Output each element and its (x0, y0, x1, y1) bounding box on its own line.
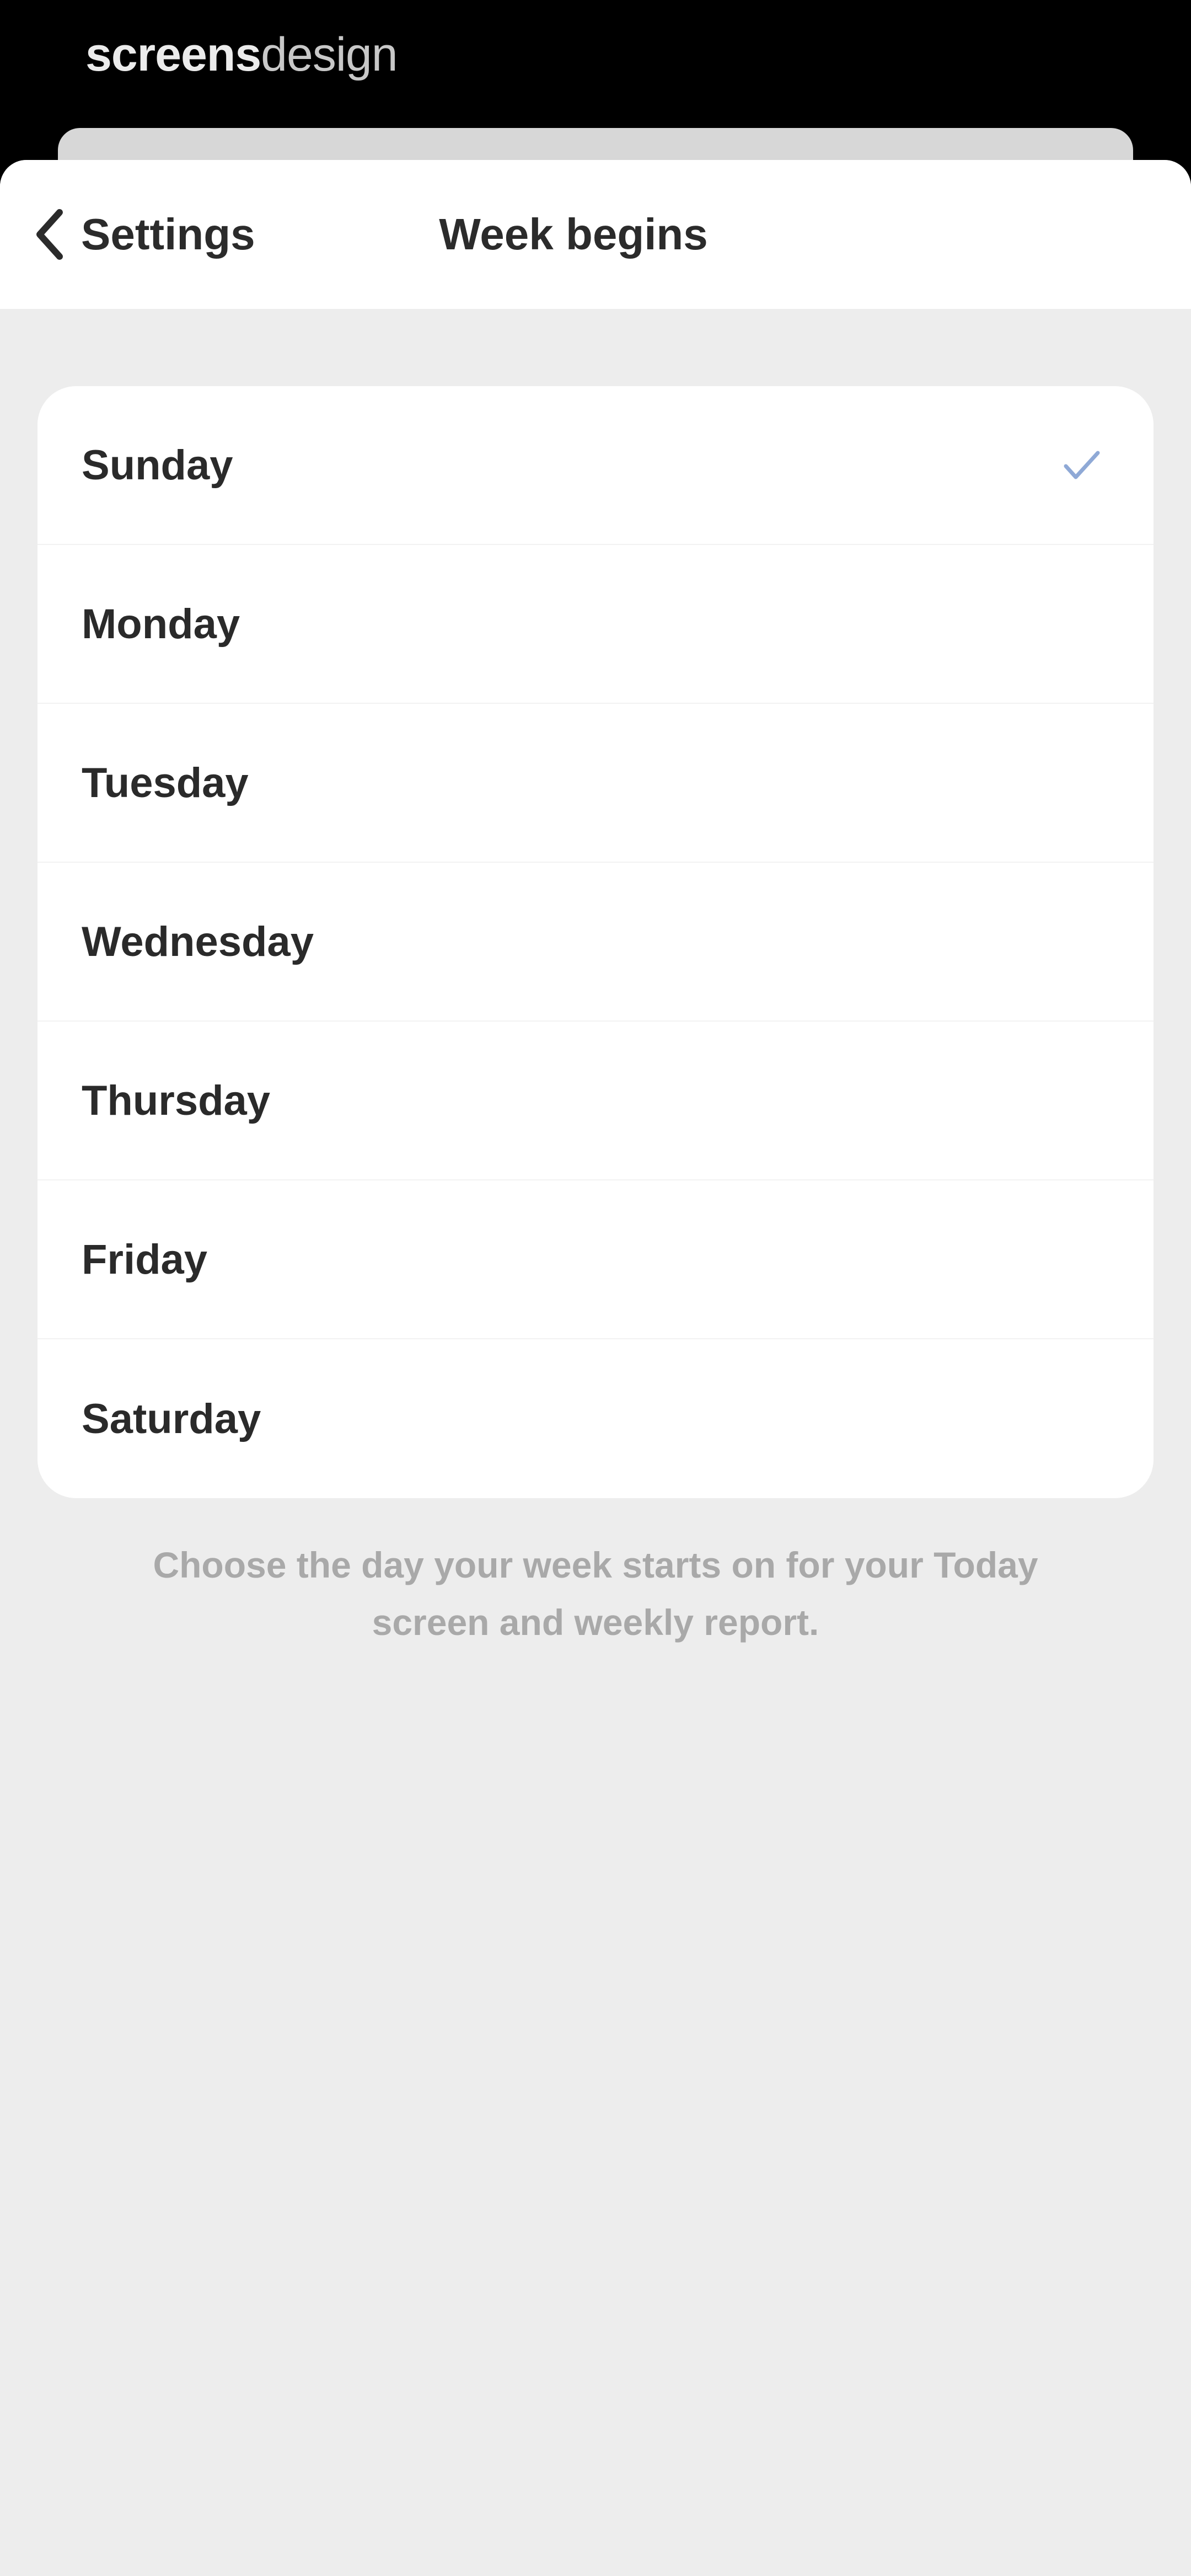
weekday-option-tuesday[interactable]: Tuesday (37, 704, 1154, 863)
weekday-option-wednesday[interactable]: Wednesday (37, 863, 1154, 1022)
week-begins-sheet: Settings Week begins Sunday Monday Tuesday… (0, 160, 1191, 2576)
weekday-option-friday[interactable]: Friday (37, 1180, 1154, 1339)
brand-part-screens: screens (85, 28, 261, 81)
checkmark-icon (1060, 443, 1104, 487)
weekday-option-label: Sunday (82, 441, 233, 489)
footnote-text: Choose the day your week starts on for y… (153, 1544, 1038, 1643)
weekday-option-label: Tuesday (82, 759, 249, 806)
weekday-option-label: Thursday (82, 1077, 271, 1124)
brand-part-design: design (261, 28, 398, 81)
weekday-option-saturday[interactable]: Saturday (37, 1339, 1154, 1498)
weekday-option-monday[interactable]: Monday (37, 545, 1154, 704)
weekday-option-sunday[interactable]: Sunday (37, 386, 1154, 545)
navigation-bar: Settings Week begins (0, 160, 1191, 309)
weekday-option-thursday[interactable]: Thursday (37, 1022, 1154, 1180)
weekday-option-label: Saturday (82, 1395, 261, 1442)
weekday-option-label: Wednesday (82, 918, 314, 965)
weekday-options-list: Sunday Monday Tuesday Wednesday Thursday Frid… (37, 386, 1154, 1498)
brand-watermark: screens design (85, 28, 398, 81)
page-title: Week begins (439, 210, 708, 259)
weekday-option-label: Friday (82, 1236, 208, 1283)
weekday-option-label: Monday (82, 600, 240, 648)
